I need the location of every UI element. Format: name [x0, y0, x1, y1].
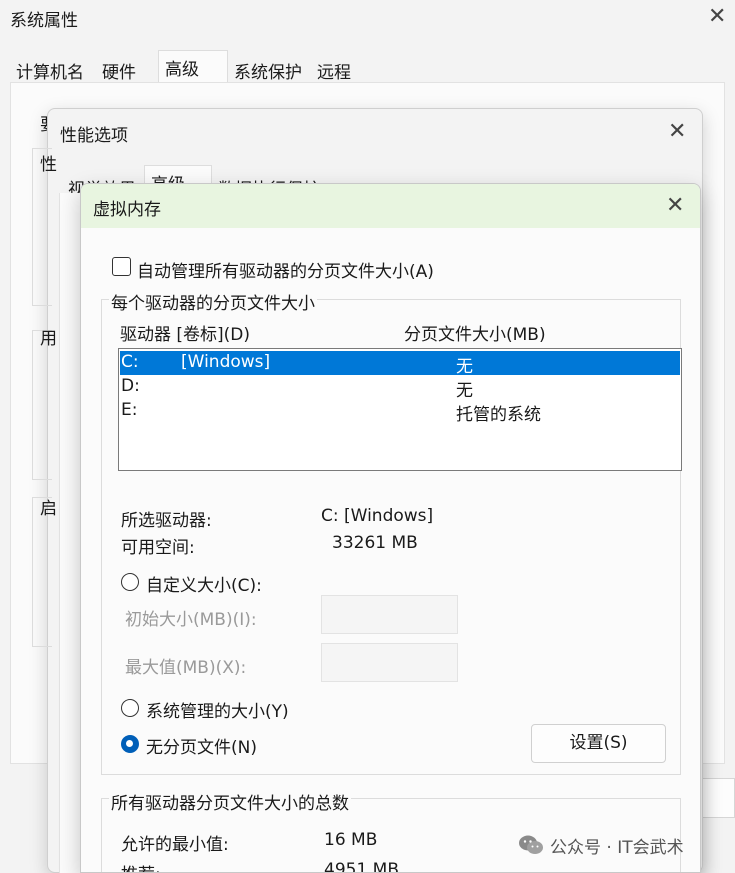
close-icon[interactable]: ✕ — [708, 6, 726, 28]
drive-letter: C: — [121, 352, 139, 372]
group-box — [32, 330, 52, 480]
tab-advanced[interactable]: 高级 — [158, 50, 228, 84]
window-title: 虚拟内存 — [93, 200, 161, 220]
window-title: 性能选项 — [60, 126, 128, 146]
list-item[interactable]: C: [Windows] 无 — [120, 351, 680, 377]
drive-letter: E: — [121, 400, 138, 420]
partial-label: 用 — [40, 329, 57, 349]
no-paging-file-radio[interactable] — [121, 735, 139, 753]
auto-manage-label[interactable]: 自动管理所有驱动器的分页文件大小(A) — [137, 257, 434, 282]
min-allowed-value: 16 MB — [324, 830, 378, 850]
system-managed-label[interactable]: 系统管理的大小(Y) — [146, 697, 289, 722]
close-icon[interactable]: ✕ — [666, 195, 684, 217]
per-drive-group-title: 每个驱动器的分页文件大小 — [109, 289, 317, 314]
partial-label: 性 — [40, 155, 57, 175]
group-box — [32, 497, 52, 647]
auto-manage-checkbox[interactable] — [112, 257, 131, 276]
drive-size: 无 — [456, 357, 473, 377]
custom-size-label[interactable]: 自定义大小(C): — [146, 571, 262, 596]
custom-size-radio[interactable] — [121, 573, 139, 591]
drive-size: 无 — [456, 381, 473, 401]
max-size-label: 最大值(MB)(X): — [125, 658, 247, 678]
max-size-input[interactable] — [321, 643, 458, 682]
bottom-button-area — [700, 778, 735, 818]
wechat-icon — [519, 835, 543, 854]
column-header-size: 分页文件大小(MB) — [404, 325, 546, 345]
totals-group-title: 所有驱动器分页文件大小的总数 — [109, 789, 351, 814]
recommended-label: 推荐: — [121, 860, 161, 872]
initial-size-label: 初始大小(MB)(I): — [125, 610, 257, 630]
initial-size-input[interactable] — [321, 595, 458, 634]
set-button[interactable]: 设置(S) — [531, 724, 666, 763]
no-paging-file-label[interactable]: 无分页文件(N) — [146, 733, 257, 758]
partial-label: 启 — [40, 499, 57, 519]
watermark-text: 公众号 · IT会武术 — [550, 837, 684, 858]
window-title: 系统属性 — [10, 11, 78, 31]
list-item[interactable]: D: 无 — [120, 375, 680, 401]
list-item[interactable]: E: 托管的系统 — [120, 399, 680, 425]
column-header-drive: 驱动器 [卷标](D) — [120, 325, 251, 345]
drive-size: 托管的系统 — [456, 405, 541, 425]
drive-label: [Windows] — [181, 352, 271, 372]
close-icon[interactable]: ✕ — [668, 121, 686, 143]
virtual-memory-window: 虚拟内存 ✕ 自动管理所有驱动器的分页文件大小(A) 每个驱动器的分页文件大小 … — [80, 183, 701, 873]
recommended-value: 4951 MB — [324, 860, 399, 873]
free-space-label: 可用空间: — [121, 538, 195, 558]
drive-letter: D: — [121, 376, 140, 396]
min-allowed-label: 允许的最小值: — [121, 835, 229, 855]
selected-drive-value: C: [Windows] — [321, 506, 434, 526]
title-bar — [81, 184, 700, 228]
selected-drive-label: 所选驱动器: — [121, 511, 212, 531]
drive-list[interactable]: C: [Windows] 无 D: 无 E: 托管的系统 — [118, 348, 682, 471]
watermark: 公众号 · IT会武术 — [518, 832, 684, 858]
system-managed-radio[interactable] — [121, 699, 139, 717]
free-space-value: 33261 MB — [332, 533, 418, 553]
